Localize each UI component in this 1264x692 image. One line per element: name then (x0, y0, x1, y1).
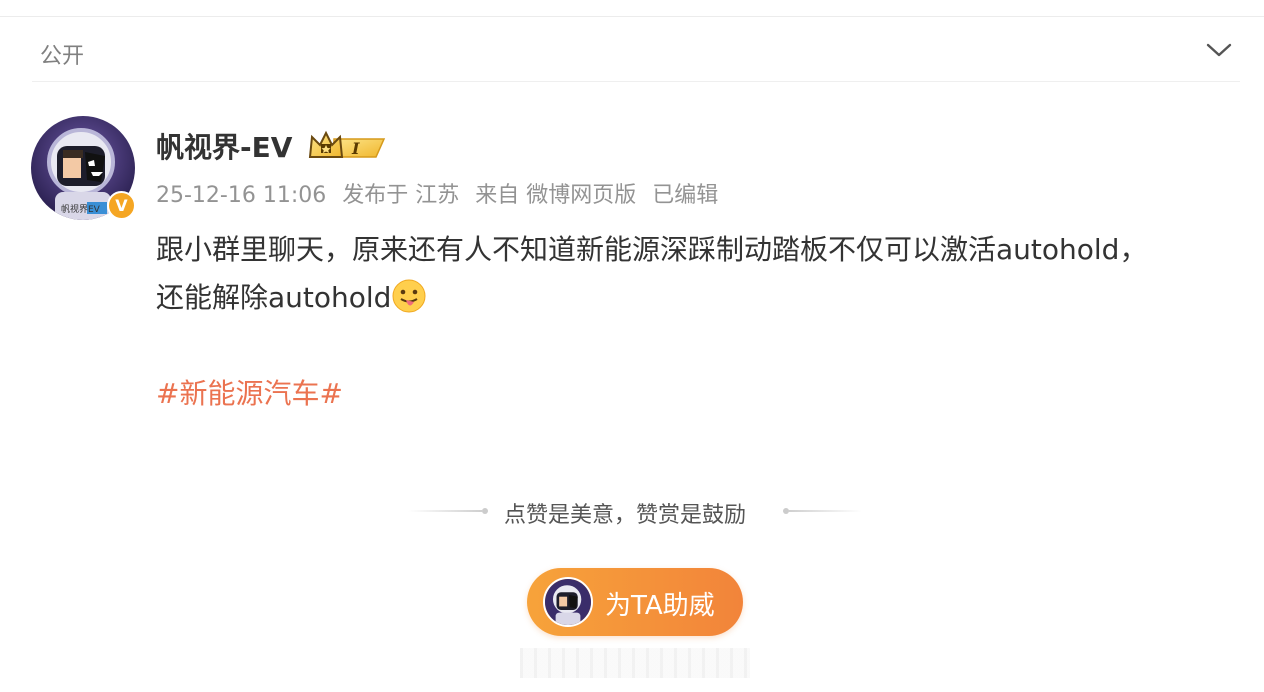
support-button-label: 为TA助威 (605, 591, 715, 621)
post-meta: 25-12-16 11:06 发布于 江苏 来自 微博网页版 已编辑 (156, 177, 727, 209)
content-line-2-wrapper: 还能解除autohold (156, 274, 1236, 322)
visibility-label: 公开 (40, 44, 85, 69)
verified-icon: V (107, 191, 136, 220)
reward-text: 点赞是美意，赞赏是鼓励 (504, 503, 747, 528)
divider-line-left (408, 510, 482, 512)
post-edited[interactable]: 已编辑 (652, 183, 718, 208)
chevron-down-icon[interactable] (1206, 41, 1232, 59)
hashtag-link[interactable]: #新能源汽车# (156, 372, 343, 412)
divider-line-right (788, 510, 862, 512)
weibo-post-page: 公开 帆视界EV V 帆视界-EV I 25-12-16 11:06 发布于 江… (0, 0, 1264, 692)
lick-tongue-emoji-icon (392, 279, 426, 313)
support-button[interactable]: 为TA助威 (527, 568, 743, 636)
content-line-1: 跟小群里聊天，原来还有人不知道新能源深踩制动踏板不仅可以激活autohold， (156, 233, 1148, 266)
level-badge-text: I (351, 139, 360, 158)
author-name[interactable]: 帆视界-EV (156, 126, 292, 166)
post-location: 发布于 江苏 (342, 183, 460, 208)
top-divider (0, 16, 1264, 17)
content-line-2: 还能解除autohold (156, 281, 392, 314)
support-avatar (543, 577, 593, 627)
post-content: 跟小群里聊天，原来还有人不知道新能源深踩制动踏板不仅可以激活autohold， … (156, 226, 1236, 322)
divider-dot-left (482, 508, 488, 514)
visibility-selector[interactable]: 公开 (32, 24, 1240, 82)
post-source: 来自 微博网页版 (475, 183, 637, 208)
avatar-label: 帆视界EV (61, 203, 101, 215)
supporters-placeholder (520, 648, 750, 678)
post-time[interactable]: 25-12-16 11:06 (156, 183, 326, 208)
reward-divider: 点赞是美意，赞赏是鼓励 (404, 494, 864, 528)
crown-icon[interactable]: I (308, 129, 388, 163)
